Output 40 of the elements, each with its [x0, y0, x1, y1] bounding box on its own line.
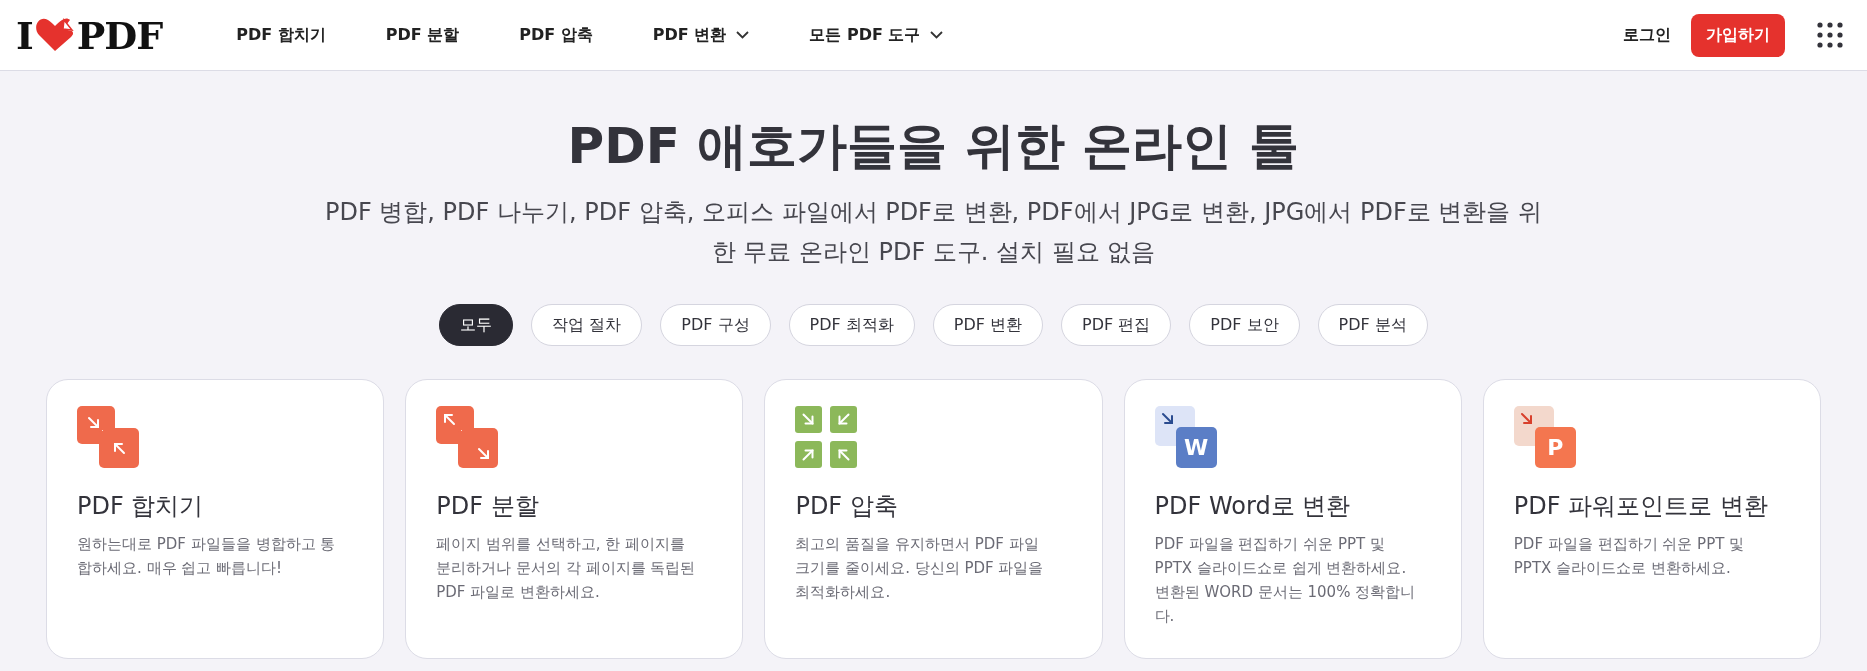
tool-description: 원하는대로 PDF 파일들을 병합하고 통합하세요. 매우 쉽고 빠릅니다! — [77, 534, 337, 579]
tool-card[interactable]: P PDF 파워포인트로 변환 PDF 파일을 편집하기 쉬운 PPT 및 PPTX 슬라이드쇼로 변환하세요. — [1482, 379, 1821, 659]
chevron-down-icon — [736, 31, 750, 39]
tool-card[interactable]: PDF 분할 페이지 범위를 선택하고, 한 페이지를 분리하거나 문서의 각 페이지를 독립된 PDF 파일로 변환하세요. — [405, 379, 744, 659]
heart-icon — [34, 17, 75, 53]
filter-tab[interactable]: PDF 변환 — [932, 304, 1044, 346]
filter-tab[interactable]: PDF 보안 — [1189, 304, 1300, 346]
nav-link[interactable]: PDF 합치기 — [206, 24, 356, 46]
nav-link[interactable]: PDF 압축 — [489, 24, 623, 46]
filter-tab[interactable]: PDF 분석 — [1317, 304, 1428, 346]
hero-title: PDF 애호가들을 위한 온라인 툴 — [567, 116, 1300, 177]
nav-link[interactable]: 모든 PDF 도구 — [779, 24, 974, 46]
merge-arrows-icon — [77, 406, 139, 468]
filter-tab[interactable]: PDF 최적화 — [788, 304, 915, 346]
filter-tab[interactable]: PDF 구성 — [660, 304, 771, 346]
signup-button[interactable]: 가입하기 — [1691, 13, 1785, 57]
tool-title: PDF Word로 변환 — [1154, 491, 1352, 522]
filter-tab[interactable]: PDF 편집 — [1061, 304, 1172, 346]
filter-tab[interactable]: 작업 절차 — [531, 304, 643, 346]
tool-description: 최고의 품질을 유지하면서 PDF 파일 크기를 줄이세요. 당신의 PDF 파일을 최적화하세요. — [795, 534, 1045, 603]
tool-card[interactable]: PDF 합치기 원하는대로 PDF 파일들을 병합하고 통합하세요. 매우 쉽고 빠릅니다! — [46, 379, 385, 659]
tool-title: PDF 합치기 — [77, 491, 205, 522]
tool-description: PDF 파일을 편집하기 쉬운 PPT 및 PPTX 슬라이드쇼로 쉽게 변환하세요. 변환된 WORD 문서는 100% 정확합니다. — [1154, 534, 1417, 627]
tool-card[interactable]: W PDF Word로 변환 PDF 파일을 편집하기 쉬운 PPT 및 PPTX 슬라이드쇼로 쉽게 변환하세요. 변환된 WORD 문서는 100% 정확합니다. — [1123, 379, 1462, 659]
tool-title: PDF 파워포인트로 변환 — [1513, 491, 1769, 522]
tool-description: 페이지 범위를 선택하고, 한 페이지를 분리하거나 문서의 각 페이지를 독립된 PDF 파일로 변환하세요. — [436, 534, 697, 603]
nav-link[interactable]: PDF 분할 — [355, 24, 490, 46]
filter-tab[interactable]: 모두 — [439, 304, 514, 346]
tool-description: PDF 파일을 편집하기 쉬운 PPT 및 PPTX 슬라이드쇼로 변환하세요. — [1513, 534, 1746, 579]
tool-title: PDF 압축 — [795, 491, 899, 522]
chevron-down-icon — [930, 31, 944, 39]
split-arrows-icon — [436, 406, 499, 468]
apps-grid-icon[interactable] — [1817, 22, 1843, 48]
compress-arrows-icon — [795, 406, 858, 468]
hero-subtitle: PDF 병합, PDF 나누기, PDF 압축, 오피스 파일에서 PDF로 변환, PDF에서 JPG로 변환, JPG에서 PDF로 변환을 위한 무료 온라인 PDF 도구. 설치 필요 없음 — [323, 197, 1544, 268]
tool-title: PDF 분할 — [436, 491, 540, 522]
login-link[interactable]: 로그인 — [1623, 24, 1671, 46]
logo[interactable]: I PDF — [16, 12, 163, 58]
nav-link[interactable]: PDF 변환 — [622, 24, 780, 46]
tool-card[interactable]: PDF 압축 최고의 품질을 유지하면서 PDF 파일 크기를 줄이세요. 당신의 PDF 파일을 최적화하세요. — [764, 379, 1103, 659]
